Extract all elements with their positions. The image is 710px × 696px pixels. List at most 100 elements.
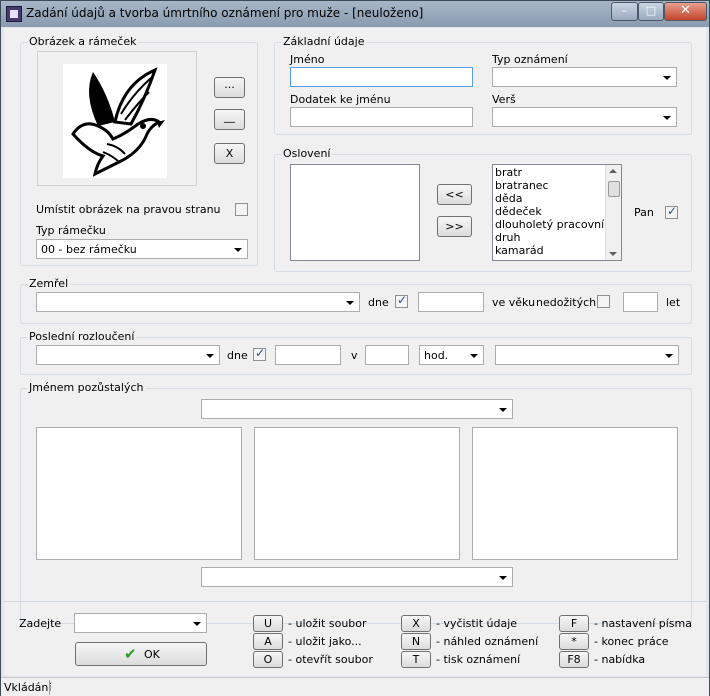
rozlouceni-date-input[interactable]	[275, 345, 341, 365]
ok-button[interactable]: ✔ OK	[75, 642, 207, 666]
zadejte-label: Zadejte	[19, 617, 62, 630]
pozustali-text-2[interactable]	[254, 427, 460, 560]
pozustali-top-select[interactable]	[201, 399, 513, 419]
status-separator	[49, 680, 50, 695]
move-right-button[interactable]: >>	[437, 216, 472, 237]
ve-veku-label: ve věku	[492, 296, 536, 309]
chevron-down-icon	[499, 408, 507, 412]
scroll-thumb[interactable]	[608, 181, 620, 197]
frame-type-select[interactable]: 00 - bez rámečku	[36, 239, 248, 259]
dodatek-label: Dodatek ke jménu	[290, 93, 391, 106]
shortcut-text: - konec práce	[594, 635, 669, 648]
list-item[interactable]: bratr	[495, 166, 603, 179]
zemrel-date-input[interactable]	[418, 292, 484, 312]
chevron-down-icon	[663, 76, 671, 80]
typ-oznameni-label: Typ oznámení	[492, 53, 568, 66]
check-icon: ✔	[124, 645, 137, 663]
list-item[interactable]: bratranec	[495, 179, 603, 192]
group-zemrel: Zemřel dne ve věku nedožitých let	[20, 277, 692, 324]
shortcut-key[interactable]: T	[401, 651, 431, 668]
group-zakladni-title: Základní údaje	[281, 35, 367, 48]
zemrel-dne-checkbox[interactable]	[395, 293, 408, 308]
shortcut-key[interactable]: A	[253, 633, 283, 650]
main-window: Zadání údajů a tvorba úmrtního oznámení …	[0, 0, 710, 696]
list-item[interactable]: druh	[495, 231, 603, 244]
move-left-button[interactable]: <<	[437, 184, 472, 205]
jmeno-label: Jméno	[290, 53, 325, 66]
hod-value: hod.	[424, 349, 449, 362]
shortcut-text: - uložit jako...	[288, 635, 362, 648]
scroll-down-icon[interactable]	[609, 252, 617, 256]
status-text: Vkládání	[4, 681, 52, 694]
pan-label: Pan	[634, 206, 654, 219]
zemrel-place-select[interactable]	[36, 292, 360, 312]
nedozitych-label: nedožitých	[536, 296, 597, 309]
shortcut-text: - tisk oznámení	[436, 653, 521, 666]
maximize-button[interactable]: □	[638, 2, 664, 21]
pozustali-bottom-select[interactable]	[201, 567, 513, 587]
ok-label: OK	[144, 648, 160, 661]
chevron-down-icon	[499, 576, 507, 580]
shortcut-key[interactable]: N	[401, 633, 431, 650]
group-osloveni-title: Oslovení	[281, 147, 333, 160]
list-scrollbar[interactable]	[605, 165, 621, 260]
rozlouceni-v-label: v	[351, 349, 358, 362]
list-item[interactable]: dědeček	[495, 205, 603, 218]
right-side-checkbox[interactable]	[235, 203, 248, 216]
shortcut-key[interactable]: O	[253, 651, 283, 668]
shortcut-key[interactable]: F	[559, 615, 589, 632]
osloveni-options-list[interactable]: bratr bratranec děda dědeček dlouholetý prac…	[492, 164, 622, 261]
list-item[interactable]: děda	[495, 192, 603, 205]
scroll-up-icon[interactable]	[609, 169, 617, 173]
age-input[interactable]	[623, 292, 658, 312]
shortcut-key[interactable]: U	[253, 615, 283, 632]
browse-image-button[interactable]: ...	[214, 77, 245, 98]
chevron-down-icon	[193, 622, 201, 626]
rozlouceni-place-select[interactable]	[495, 345, 679, 365]
close-button[interactable]: ✕	[664, 2, 707, 21]
remove-image-button[interactable]: X	[214, 143, 245, 164]
app-icon	[6, 6, 22, 22]
nedozitych-checkbox[interactable]	[597, 295, 610, 308]
shortcut-text: - uložit soubor	[288, 617, 367, 630]
list-item[interactable]: dlouholetý pracovník	[495, 218, 611, 231]
typ-oznameni-select[interactable]	[492, 67, 677, 87]
vers-label: Verš	[492, 93, 516, 106]
shortcut-text: - náhled oznámení	[436, 635, 539, 648]
chevron-down-icon	[234, 248, 242, 252]
shortcut-text: - vyčistit údaje	[436, 617, 518, 630]
minimize-button[interactable]: –	[611, 2, 638, 21]
pozustali-text-3[interactable]	[472, 427, 678, 560]
frame-type-label: Typ rámečku	[36, 224, 106, 237]
pozustali-text-1[interactable]	[36, 427, 242, 560]
zemrel-dne-label: dne	[368, 296, 389, 309]
shortcut-key[interactable]: X	[401, 615, 431, 632]
pan-checkbox[interactable]	[665, 204, 678, 219]
shortcut-key[interactable]: F8	[559, 651, 589, 668]
group-rozlouceni: Poslední rozloučení dne v hod.	[20, 330, 692, 375]
image-frame[interactable]	[37, 51, 197, 186]
shortcut-key[interactable]: *	[559, 633, 589, 650]
dash-button[interactable]: __	[214, 109, 245, 130]
selected-osloveni-list[interactable]	[290, 164, 420, 261]
hod-select[interactable]: hod.	[419, 345, 484, 365]
vers-select[interactable]	[492, 107, 677, 127]
group-pozustali-title: Jménem pozůstalých	[27, 381, 146, 394]
list-item[interactable]: kamarád	[495, 244, 603, 257]
rozlouceni-type-select[interactable]	[36, 345, 220, 365]
chevron-down-icon	[206, 354, 214, 358]
jmeno-input[interactable]	[290, 67, 473, 87]
status-bar: Vkládání	[1, 677, 709, 696]
group-osloveni: Oslovení << >> bratr bratranec děda dědeček…	[274, 147, 692, 272]
rozlouceni-dne-checkbox[interactable]	[253, 346, 266, 361]
osloveni-items: bratr bratranec děda dědeček dlouholetý prac…	[495, 166, 611, 257]
chevron-down-icon	[663, 116, 671, 120]
let-label: let	[666, 296, 681, 309]
divider	[4, 601, 706, 602]
rozlouceni-time-input[interactable]	[365, 345, 409, 365]
zadejte-select[interactable]	[74, 613, 207, 633]
frame-type-value: 00 - bez rámečku	[41, 243, 137, 256]
chevron-down-icon	[346, 301, 354, 305]
group-obrazek: Obrázek a rámeček ... __ X Umístit obráz…	[20, 35, 258, 266]
dodatek-input[interactable]	[290, 107, 473, 127]
